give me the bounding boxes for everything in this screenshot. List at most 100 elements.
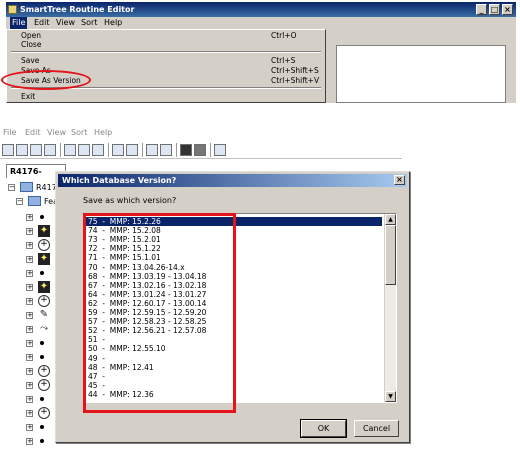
expand-icon[interactable]: +	[26, 214, 33, 221]
expand-icon[interactable]: +	[26, 242, 33, 249]
menu-edit[interactable]: Edit	[32, 17, 52, 29]
dialog-title: Which Database Version?	[62, 176, 177, 185]
properties-icon[interactable]	[214, 144, 226, 156]
menu-view[interactable]: View	[54, 17, 77, 29]
bullet-icon	[40, 355, 44, 359]
circle-plus-icon: +	[38, 379, 50, 391]
menu-help[interactable]: Help	[102, 17, 124, 29]
dialog-close-button[interactable]: ×	[394, 175, 405, 185]
folder-icon	[20, 182, 33, 192]
shortcut-save: Ctrl+S	[271, 56, 296, 65]
expand-icon[interactable]: +	[26, 326, 33, 333]
expand-icon[interactable]: +	[26, 354, 33, 361]
cancel-button[interactable]: Cancel	[354, 420, 399, 437]
bullet-icon	[40, 439, 44, 443]
undo-icon[interactable]	[146, 144, 158, 156]
expand-icon[interactable]: +	[26, 438, 33, 445]
menu-sort[interactable]: Sort	[79, 17, 99, 29]
menu-item-save[interactable]: Save	[21, 56, 39, 65]
expand-icon[interactable]: +	[26, 312, 33, 319]
menu-item-open[interactable]: Open	[21, 31, 41, 40]
file-menu-dropdown: Open Ctrl+O Close Save Ctrl+S Save As Ct…	[6, 29, 326, 103]
connector-icon: ⤳	[40, 323, 48, 334]
menu-file[interactable]: File	[3, 127, 16, 139]
save-version-icon[interactable]	[44, 144, 56, 156]
expand-icon[interactable]: +	[26, 368, 33, 375]
shortcut-save-as-version: Ctrl+Shift+V	[271, 76, 320, 85]
expand-icon[interactable]: +	[26, 284, 33, 291]
close-button[interactable]: ×	[502, 4, 513, 15]
collapse-icon[interactable]: −	[16, 198, 23, 205]
bullet-icon	[40, 271, 44, 275]
version-dialog: Which Database Version? × Save as which …	[55, 171, 410, 443]
bullet-icon	[40, 215, 44, 219]
expand-icon[interactable]: +	[26, 256, 33, 263]
listbox-scrollbar[interactable]: ▲ ▼	[384, 214, 396, 402]
expand-icon[interactable]: +	[26, 298, 33, 305]
circle-plus-icon: +	[38, 295, 50, 307]
menu-item-close[interactable]: Close	[21, 40, 41, 49]
app-icon	[8, 5, 17, 14]
copy-icon[interactable]	[78, 144, 90, 156]
panel-icon[interactable]	[194, 144, 206, 156]
menu-view[interactable]: View	[47, 127, 66, 139]
bullet-icon	[40, 341, 44, 345]
pen-icon: ✎	[39, 309, 49, 320]
paste-icon[interactable]	[92, 144, 104, 156]
cut-icon[interactable]	[64, 144, 76, 156]
dialog-prompt: Save as which version?	[83, 196, 177, 205]
expand-icon[interactable]: +	[26, 228, 33, 235]
menu-file[interactable]: File	[10, 17, 28, 29]
expand-icon[interactable]: +	[26, 424, 33, 431]
ok-button[interactable]: OK	[300, 419, 347, 438]
menu-item-exit[interactable]: Exit	[21, 92, 35, 101]
background-editor-area	[336, 45, 506, 103]
toolbar-separator	[176, 143, 177, 157]
bottom-screenshot: File Edit View Sort Help R4176-3.RTN − R…	[0, 127, 520, 453]
star-feature-icon: ✦	[38, 253, 50, 265]
maximize-button[interactable]: □	[489, 4, 500, 15]
dialog-title-bar: Which Database Version? ×	[58, 174, 407, 187]
toolbar	[0, 141, 402, 159]
top-menu-bar: File Edit View Sort Help	[6, 17, 326, 29]
toolbar-separator	[210, 143, 211, 157]
menu-edit[interactable]: Edit	[25, 127, 41, 139]
save-as-icon[interactable]	[30, 144, 42, 156]
move-up-icon[interactable]	[112, 144, 124, 156]
top-screenshot: SmartTree Routine Editor _ □ × File Edit…	[0, 0, 520, 103]
circle-plus-icon: +	[38, 239, 50, 251]
circle-plus-icon: +	[38, 365, 50, 377]
top-title-bar: SmartTree Routine Editor _ □ ×	[6, 2, 516, 17]
toolbar-separator	[60, 143, 61, 157]
shortcut-open: Ctrl+O	[271, 31, 297, 40]
expand-icon[interactable]: +	[26, 270, 33, 277]
new-icon[interactable]	[2, 144, 14, 156]
expand-icon[interactable]: +	[26, 340, 33, 347]
minimize-button[interactable]: _	[476, 4, 487, 15]
star-feature-icon: ✦	[38, 225, 50, 237]
highlight-rectangle-annotation	[83, 213, 236, 413]
window-title: SmartTree Routine Editor	[20, 5, 135, 14]
bullet-icon	[40, 397, 44, 401]
scroll-thumb[interactable]	[385, 225, 396, 285]
shortcut-save-as: Ctrl+Shift+S	[271, 66, 319, 75]
expand-icon[interactable]: +	[26, 396, 33, 403]
scroll-down-icon[interactable]: ▼	[385, 391, 396, 402]
bullet-icon	[40, 425, 44, 429]
move-down-icon[interactable]	[126, 144, 138, 156]
menu-sort[interactable]: Sort	[71, 127, 87, 139]
menu-help[interactable]: Help	[94, 127, 112, 139]
scroll-up-icon[interactable]: ▲	[385, 214, 396, 225]
save-icon[interactable]	[16, 144, 28, 156]
expand-icon[interactable]: +	[26, 382, 33, 389]
folder-icon	[28, 196, 41, 206]
menu-separator	[11, 51, 321, 53]
redo-icon[interactable]	[160, 144, 172, 156]
toolbar-separator	[142, 143, 143, 157]
expand-icon[interactable]: +	[26, 410, 33, 417]
collapse-icon[interactable]: −	[8, 184, 15, 191]
circle-plus-icon: +	[38, 407, 50, 419]
display-icon[interactable]	[180, 144, 192, 156]
highlight-ellipse-annotation	[1, 70, 91, 90]
toolbar-separator	[108, 143, 109, 157]
